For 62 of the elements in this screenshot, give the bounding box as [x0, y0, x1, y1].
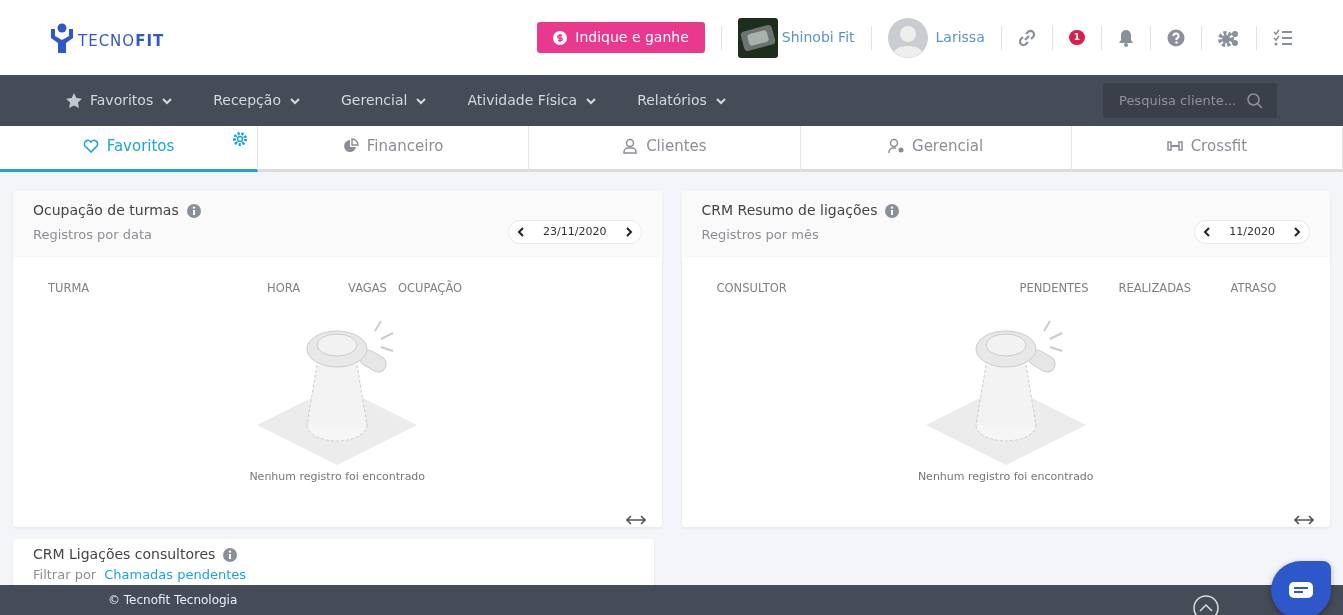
refer-button[interactable]: Indique e ganhe: [537, 22, 705, 53]
chevron-down-icon: [585, 95, 598, 106]
copyright-text: © Tecnofit Tecnologia: [108, 592, 238, 609]
heart-icon: [82, 137, 99, 154]
filter-label: Filtrar por: [33, 566, 97, 584]
chevron-down-icon: [288, 95, 301, 106]
tab[interactable]: Favoritos: [0, 126, 258, 172]
chevron-down-icon: [714, 95, 727, 106]
card-title: CRM Resumo de ligações: [701, 201, 878, 220]
search-field[interactable]: Pesquisa cliente...: [1103, 83, 1277, 118]
expand-icon[interactable]: [1294, 513, 1314, 526]
column-header: REALIZADAS: [1118, 280, 1192, 297]
info-icon: [223, 547, 238, 562]
chat-button[interactable]: [1271, 561, 1331, 615]
avatar-icon: [887, 17, 928, 58]
info-icon: [885, 203, 900, 218]
card-subtitle: Registros por data: [33, 226, 154, 244]
help-icon[interactable]: [1167, 28, 1185, 47]
settings-icon[interactable]: [1218, 28, 1240, 47]
card-title: CRM Ligações consultores: [33, 545, 216, 564]
period-label: 11/2020: [1228, 223, 1276, 240]
user-gear-icon: [888, 137, 904, 154]
link-icon[interactable]: [1017, 28, 1036, 47]
menu-item[interactable]: Favoritos: [66, 90, 174, 111]
column-header: VAGAS: [348, 280, 388, 297]
info-icon: [186, 203, 201, 218]
filter-dropdown[interactable]: Chamadas pendentes: [104, 565, 247, 585]
menu-item[interactable]: Recepção: [213, 90, 301, 111]
company-name[interactable]: Shinobi Fit: [781, 27, 855, 48]
empty-message: Nenhum registro foi encontrado: [249, 469, 426, 486]
empty-message: Nenhum registro foi encontrado: [917, 469, 1094, 486]
chevron-down-icon: [415, 95, 428, 106]
search-icon: [1247, 92, 1263, 109]
card-title: Ocupação de turmas: [33, 201, 179, 220]
chevron-down-icon: [161, 95, 174, 106]
menu-item[interactable]: Relatórios: [637, 90, 727, 111]
column-header: OCUPAÇÃO: [398, 280, 464, 297]
notification-count[interactable]: 1: [1068, 30, 1085, 45]
card-subtitle: Registros por mês: [701, 226, 820, 244]
expand-icon[interactable]: [625, 513, 646, 526]
bell-icon[interactable]: [1118, 28, 1134, 47]
logo-figure-icon: [50, 22, 74, 53]
user-icon: [622, 137, 639, 154]
settings-icon[interactable]: [231, 130, 249, 148]
menu-item[interactable]: Gerencial: [340, 90, 428, 111]
column-header: TURMA: [48, 280, 91, 297]
user-name[interactable]: Larissa: [935, 27, 985, 48]
search-input[interactable]: Pesquisa cliente...: [1117, 89, 1237, 112]
logo-text: TECNOFIT: [78, 31, 165, 52]
checklist-icon[interactable]: [1273, 28, 1293, 47]
scroll-up-icon[interactable]: [1193, 595, 1219, 615]
chat-icon: [1289, 582, 1313, 598]
coin-icon: [553, 30, 568, 45]
column-header: PENDENTES: [1019, 280, 1090, 297]
period-label: 23/11/2020: [542, 223, 608, 240]
next-icon[interactable]: [1291, 225, 1303, 238]
menu-item[interactable]: Atividade Física: [467, 90, 598, 111]
pie-chart-icon: [342, 137, 359, 154]
column-header: ATRASO: [1230, 280, 1278, 297]
column-header: CONSULTOR: [716, 280, 788, 297]
star-icon: [66, 92, 82, 109]
column-header: HORA: [267, 280, 302, 297]
